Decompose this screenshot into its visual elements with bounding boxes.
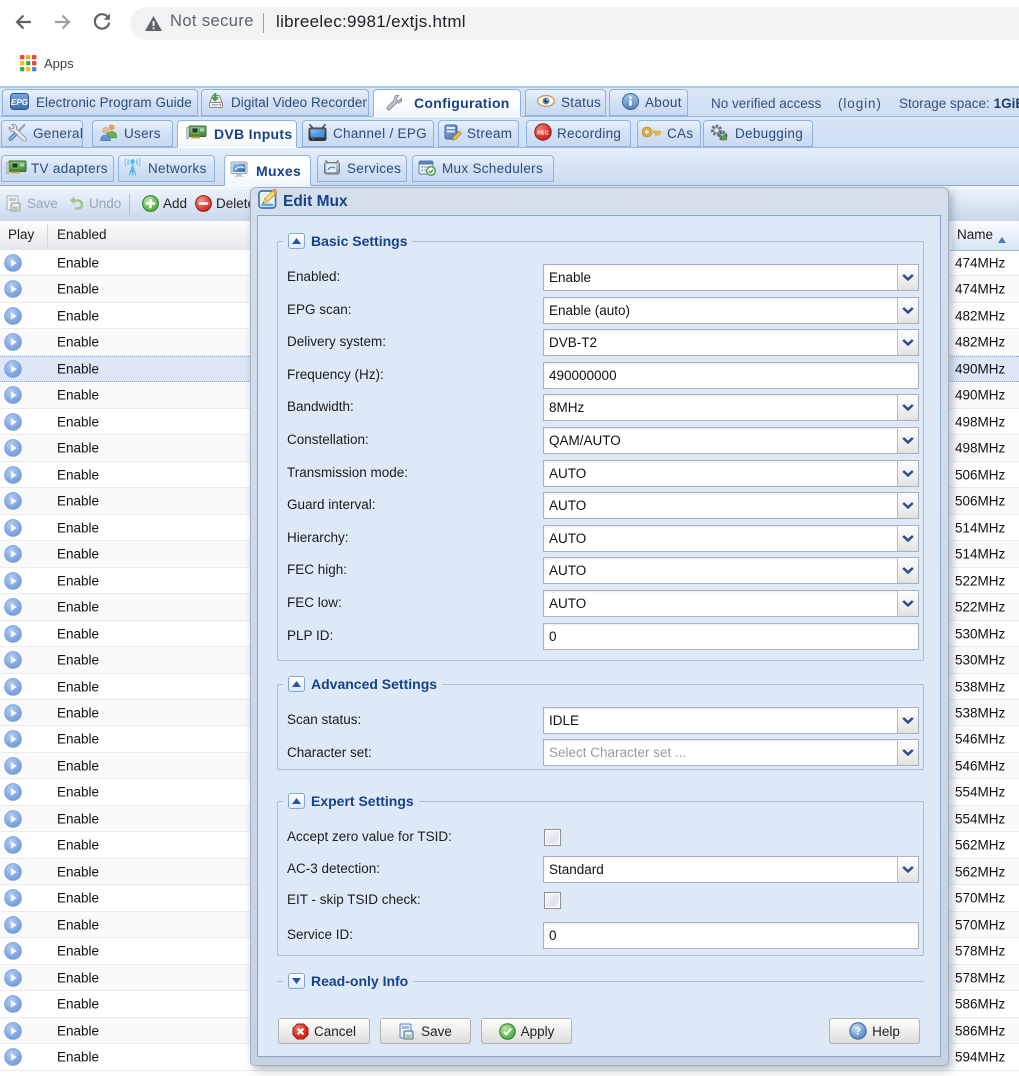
svg-text:?: ? bbox=[855, 1026, 861, 1038]
svg-text:REC: REC bbox=[537, 130, 549, 136]
svg-text:EPG: EPG bbox=[11, 98, 28, 107]
